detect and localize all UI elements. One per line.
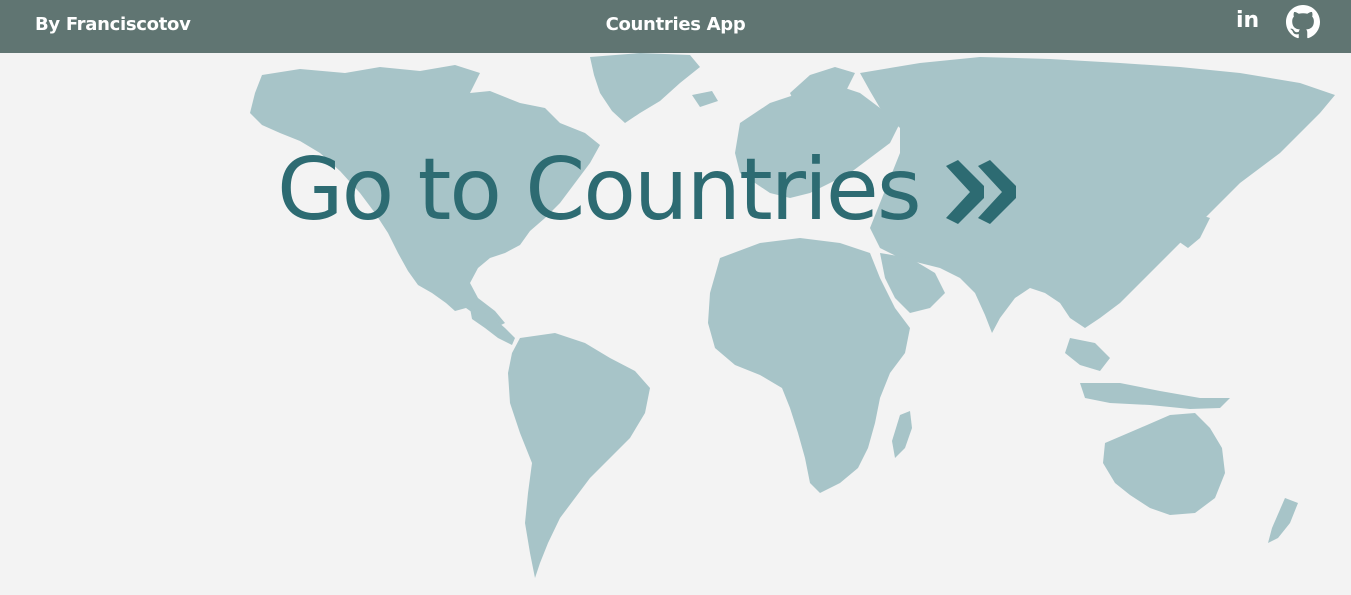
map-southeast-asia bbox=[1065, 338, 1110, 371]
go-to-countries-label: Go to Countries bbox=[277, 140, 922, 240]
map-africa bbox=[708, 238, 910, 493]
map-new-zealand bbox=[1268, 498, 1298, 543]
go-to-countries-link[interactable]: Go to Countries bbox=[277, 140, 1022, 240]
top-navbar: By Franciscotov Countries App in bbox=[0, 0, 1351, 53]
app-title: Countries App bbox=[605, 14, 746, 35]
map-south-america bbox=[508, 333, 650, 578]
github-icon[interactable] bbox=[1286, 5, 1320, 39]
map-greenland bbox=[590, 53, 700, 123]
map-australia bbox=[1103, 413, 1225, 515]
map-iceland bbox=[692, 91, 718, 107]
map-madagascar bbox=[892, 411, 912, 458]
map-indonesia bbox=[1080, 383, 1230, 409]
linkedin-icon[interactable]: in bbox=[1236, 8, 1259, 33]
double-chevron-right-icon bbox=[945, 160, 1016, 224]
world-map bbox=[250, 53, 1335, 578]
